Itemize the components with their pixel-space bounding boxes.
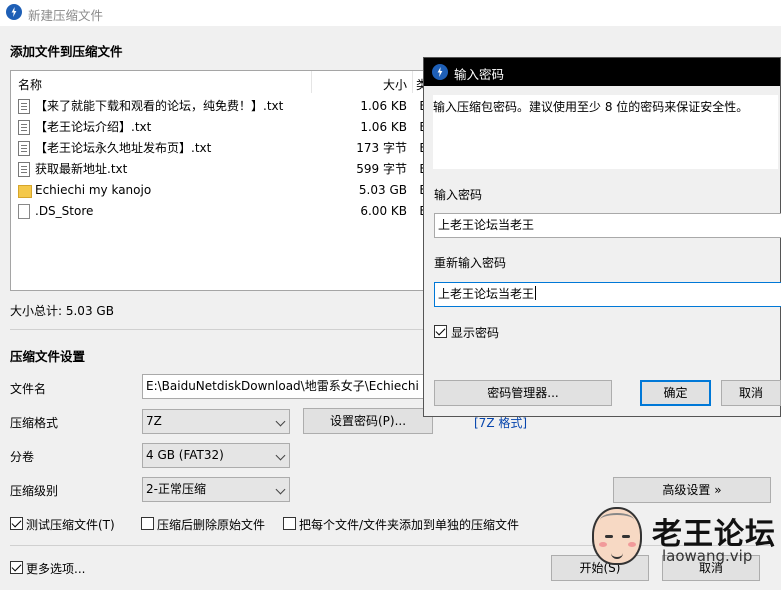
text-file-icon bbox=[18, 141, 30, 156]
delete-source-label[interactable]: 压缩后删除原始文件 bbox=[157, 516, 265, 533]
app-logo-icon bbox=[6, 4, 22, 20]
ok-button[interactable]: 确定 bbox=[640, 380, 711, 406]
split-label: 分卷 bbox=[10, 450, 35, 464]
filename-label: 文件名 bbox=[10, 382, 47, 396]
watermark: 老王论坛 laowang.vip bbox=[590, 505, 780, 587]
separate-archives-checkbox[interactable] bbox=[283, 517, 296, 530]
more-options-checkbox[interactable] bbox=[10, 561, 23, 574]
watermark-url: laowang.vip bbox=[662, 547, 753, 565]
file-size: 173 字节 bbox=[356, 141, 407, 155]
format-select[interactable]: 7Z bbox=[142, 409, 290, 434]
level-label: 压缩级别 bbox=[10, 484, 59, 498]
confirm-password-label: 重新输入密码 bbox=[434, 256, 507, 270]
dialog-title-bar: 输入密码 bbox=[424, 58, 780, 86]
format-label: 压缩格式 bbox=[10, 416, 59, 430]
column-name-header[interactable]: 名称 bbox=[18, 76, 42, 93]
confirm-password-value: 上老王论坛当老王 bbox=[438, 287, 535, 301]
text-file-icon bbox=[18, 120, 30, 135]
file-name: 【来了就能下载和观看的论坛，纯免费！】.txt bbox=[35, 99, 284, 113]
column-divider[interactable] bbox=[311, 71, 312, 93]
format-value: 7Z bbox=[146, 414, 162, 428]
file-size: 1.06 KB bbox=[360, 120, 407, 134]
file-size: 1.06 KB bbox=[360, 99, 407, 113]
file-name: Echiechi my kanojo bbox=[35, 183, 152, 197]
list-item[interactable]: 【来了就能下载和观看的论坛，纯免费！】.txt 1.06 KB E bbox=[11, 96, 429, 117]
password-manager-button[interactable]: 密码管理器... bbox=[434, 380, 612, 406]
test-archive-checkbox[interactable] bbox=[10, 517, 23, 530]
chevron-down-icon bbox=[275, 416, 286, 427]
show-password-label[interactable]: 显示密码 bbox=[451, 324, 499, 341]
column-divider[interactable] bbox=[412, 71, 413, 93]
settings-section-title: 压缩文件设置 bbox=[10, 349, 86, 364]
title-bar: 新建压缩文件 bbox=[0, 0, 781, 26]
password-label: 输入密码 bbox=[434, 188, 483, 202]
password-dialog: 输入密码 输入压缩包密码。建议使用至少 8 位的密码来保证安全性。 输入密码 上… bbox=[423, 57, 781, 417]
chevron-down-icon bbox=[275, 484, 286, 495]
text-file-icon bbox=[18, 162, 30, 177]
text-file-icon bbox=[18, 99, 30, 114]
list-item[interactable]: Echiechi my kanojo 5.03 GB E bbox=[11, 180, 429, 201]
file-name: 【老王论坛永久地址发布页】.txt bbox=[35, 141, 212, 155]
old-man-face-icon bbox=[592, 507, 642, 565]
list-item[interactable]: 获取最新地址.txt 599 字节 E bbox=[11, 159, 429, 180]
add-files-section-title: 添加文件到压缩文件 bbox=[10, 44, 123, 59]
dialog-description: 输入压缩包密码。建议使用至少 8 位的密码来保证安全性。 bbox=[433, 95, 778, 169]
separate-archives-label[interactable]: 把每个文件/文件夹添加到单独的压缩文件 bbox=[299, 516, 519, 533]
file-name: 获取最新地址.txt bbox=[35, 162, 128, 176]
blank-file-icon bbox=[18, 204, 30, 219]
file-name: .DS_Store bbox=[35, 204, 94, 218]
column-size-header[interactable]: 大小 bbox=[383, 76, 407, 93]
more-options-label[interactable]: 更多选项... bbox=[26, 560, 85, 577]
file-size: 6.00 KB bbox=[360, 204, 407, 218]
split-select[interactable]: 4 GB (FAT32) bbox=[142, 443, 290, 468]
advanced-settings-button[interactable]: 高级设置 » bbox=[613, 477, 771, 503]
chevron-down-icon bbox=[275, 450, 286, 461]
list-item[interactable]: 【老王论坛介绍】.txt 1.06 KB E bbox=[11, 117, 429, 138]
test-archive-label[interactable]: 测试压缩文件(T) bbox=[26, 516, 115, 533]
list-item[interactable]: .DS_Store 6.00 KB E bbox=[11, 201, 429, 222]
list-item[interactable]: 【老王论坛永久地址发布页】.txt 173 字节 E bbox=[11, 138, 429, 159]
total-size: 大小总计: 5.03 GB bbox=[10, 304, 114, 318]
show-password-checkbox[interactable] bbox=[434, 325, 447, 338]
split-value: 4 GB (FAT32) bbox=[146, 448, 224, 462]
dialog-cancel-button[interactable]: 取消 bbox=[721, 380, 781, 406]
file-name: 【老王论坛介绍】.txt bbox=[35, 120, 152, 134]
filename-input[interactable]: E:\BaiduNetdiskDownload\地雷系女子\Echiechi m bbox=[142, 374, 432, 399]
dialog-title: 输入密码 bbox=[454, 67, 505, 82]
password-input[interactable]: 上老王论坛当老王 bbox=[434, 213, 781, 238]
file-list[interactable]: 名称 大小 类 【来了就能下载和观看的论坛，纯免费！】.txt 1.06 KB … bbox=[10, 70, 430, 291]
confirm-password-input[interactable]: 上老王论坛当老王 bbox=[434, 282, 781, 307]
window-title: 新建压缩文件 bbox=[28, 8, 104, 23]
file-list-header: 名称 大小 类 bbox=[11, 71, 429, 95]
set-password-button[interactable]: 设置密码(P)... bbox=[303, 408, 433, 434]
level-value: 2-正常压缩 bbox=[146, 482, 206, 496]
level-select[interactable]: 2-正常压缩 bbox=[142, 477, 290, 502]
file-size: 599 字节 bbox=[356, 162, 407, 176]
text-caret bbox=[535, 286, 537, 300]
folder-icon bbox=[18, 185, 32, 198]
file-size: 5.03 GB bbox=[358, 183, 407, 197]
app-logo-icon bbox=[432, 64, 448, 80]
delete-source-checkbox[interactable] bbox=[141, 517, 154, 530]
